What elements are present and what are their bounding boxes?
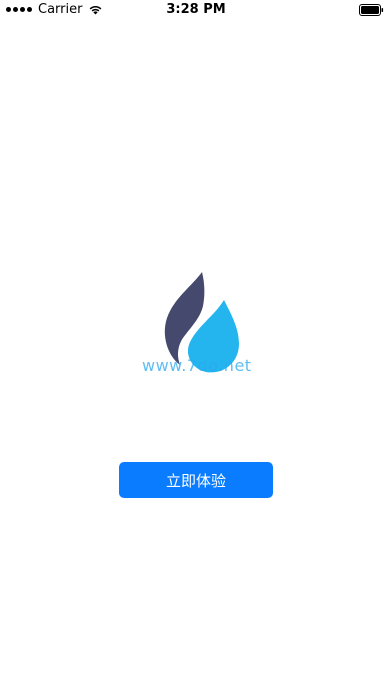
status-time: 3:28 PM bbox=[166, 2, 226, 17]
logo-watermark: www.7do.net bbox=[142, 356, 252, 375]
battery-icon bbox=[359, 4, 384, 16]
start-experience-button[interactable]: 立即体验 bbox=[119, 462, 273, 498]
splash-screen: Carrier 3:28 PM www.7do.net 立即体验 bbox=[0, 0, 392, 696]
status-bar: Carrier 3:28 PM bbox=[0, 0, 392, 20]
